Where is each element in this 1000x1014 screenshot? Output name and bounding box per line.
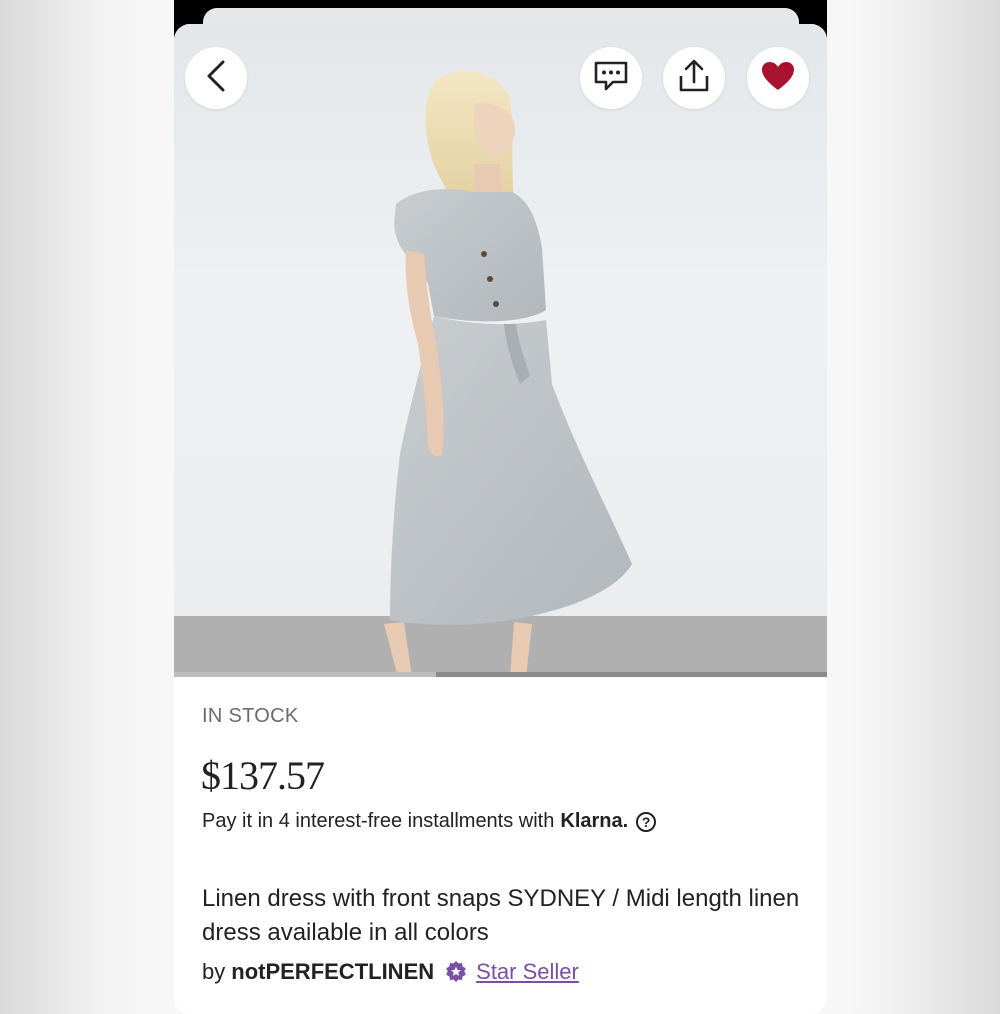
product-sheet: IN STOCK $137.57 Pay it in 4 interest-fr… — [174, 24, 827, 1014]
back-button[interactable] — [185, 47, 247, 109]
stock-status: IN STOCK — [202, 705, 299, 727]
seller-info: by notPERFECTLINEN Star Seller — [202, 959, 579, 985]
heart-icon — [760, 60, 796, 97]
message-seller-button[interactable] — [580, 47, 642, 109]
chevron-left-icon — [203, 59, 229, 98]
product-price: $137.57 — [201, 753, 325, 798]
message-icon — [593, 60, 629, 97]
share-icon — [677, 58, 711, 99]
product-photo-illustration — [174, 71, 827, 677]
help-icon[interactable]: ? — [636, 811, 657, 832]
share-button[interactable] — [663, 47, 725, 109]
product-title: Linen dress with front snaps SYDNEY / Mi… — [202, 885, 800, 946]
image-carousel-indicator — [174, 672, 827, 677]
star-seller-badge-icon — [444, 960, 468, 984]
carousel-indicator-thumb — [436, 672, 827, 677]
installments-text: Pay it in 4 interest-free installments w… — [202, 810, 555, 832]
by-label: by — [202, 959, 226, 984]
favorite-button[interactable] — [747, 47, 809, 109]
star-seller-link[interactable]: Star Seller — [476, 959, 579, 985]
installments-info: Pay it in 4 interest-free installments w… — [202, 810, 657, 833]
product-image[interactable] — [174, 24, 827, 677]
shop-name-link[interactable]: notPERFECTLINEN — [231, 959, 434, 985]
klarna-logo: Klarna. — [560, 810, 629, 832]
